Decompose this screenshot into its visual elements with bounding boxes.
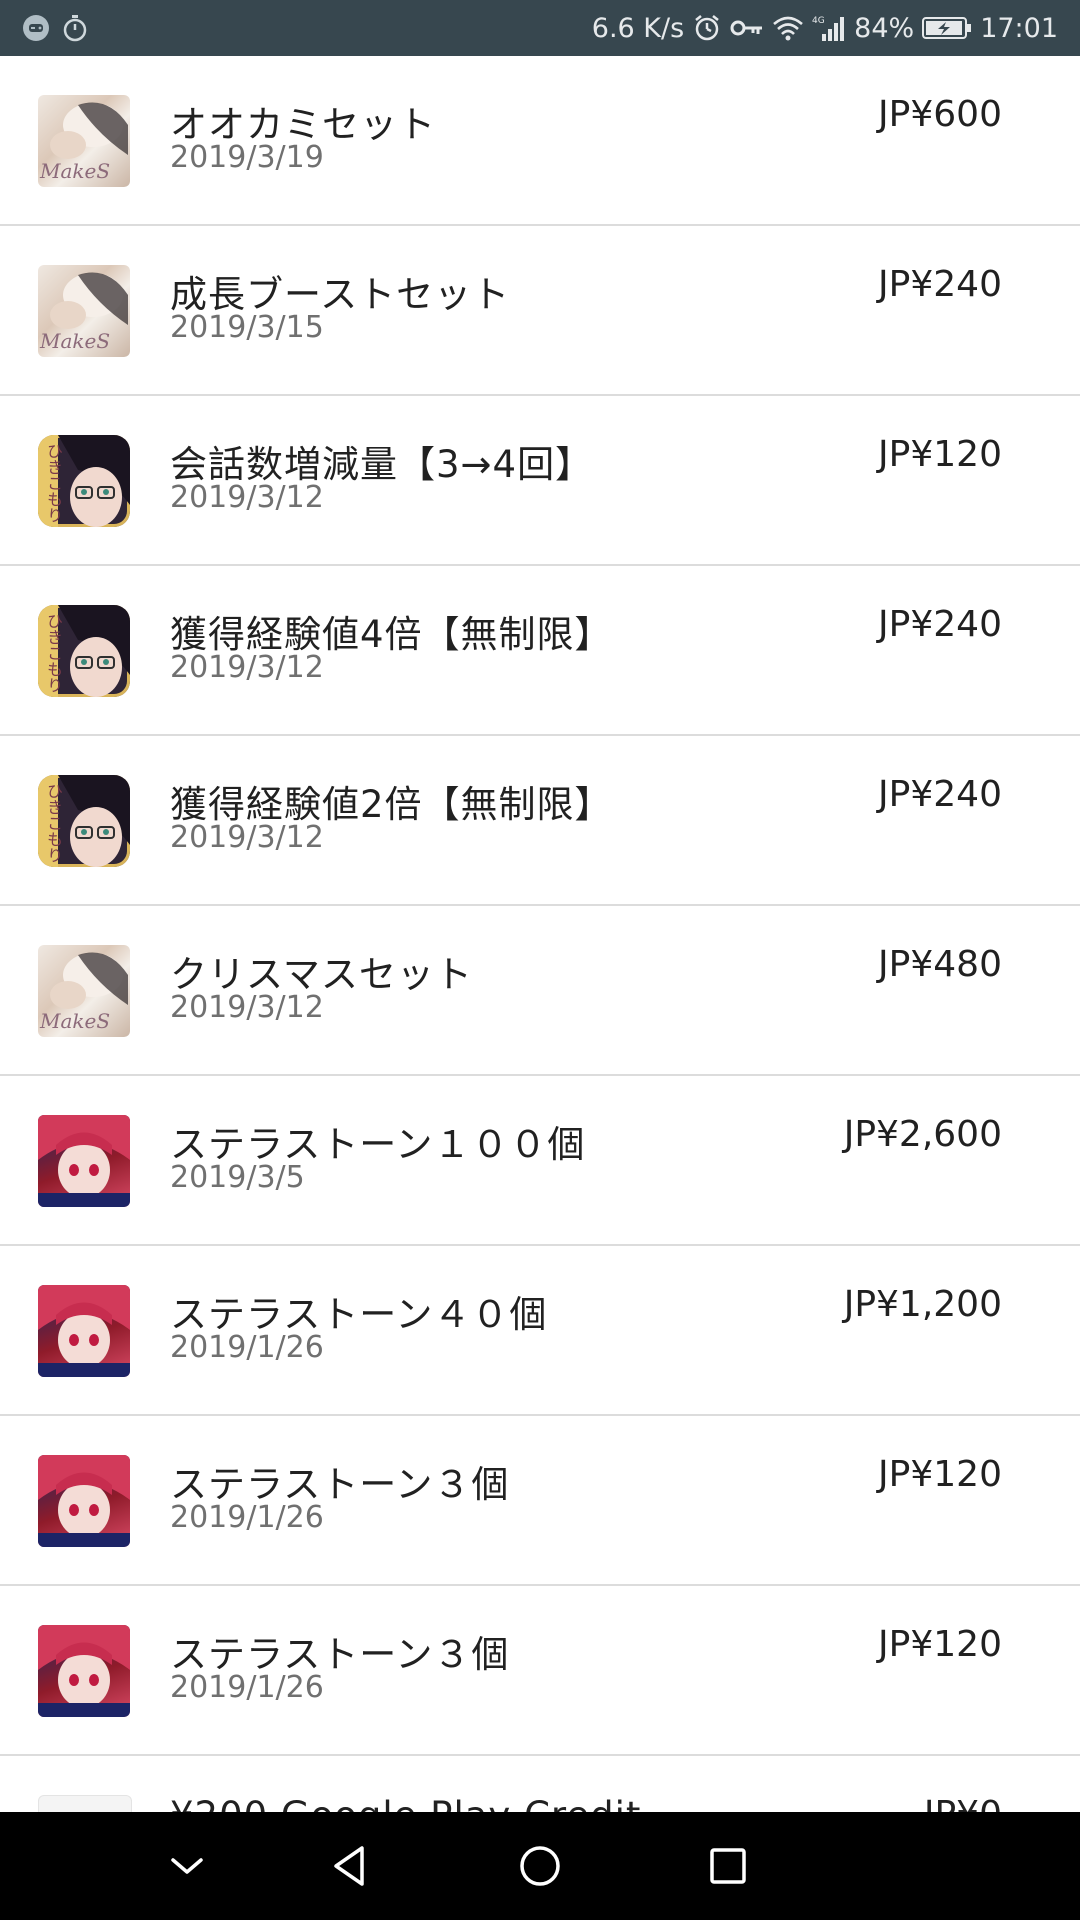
item-price: JP¥120 [878, 434, 1002, 475]
purchase-row[interactable]: MakeS オオカミセット 2019/3/19 JP¥600 [0, 56, 1080, 226]
stella-app-icon [38, 1625, 130, 1717]
item-price: JP¥240 [878, 264, 1002, 305]
item-price: JP¥120 [878, 1624, 1002, 1665]
vpn-key-icon [730, 17, 764, 39]
signal-icon: 4G [812, 14, 846, 42]
purchase-row[interactable]: ¥200 Google Play Credit JP¥0 [0, 1756, 1080, 1812]
wifi-icon [772, 15, 804, 41]
item-price: JP¥240 [878, 774, 1002, 815]
stella-app-icon [38, 1285, 130, 1377]
status-bar: 6.6 K/s 4G 84% 17:01 [0, 0, 1080, 56]
hikikomori-app-icon: ひきこもり [38, 775, 130, 867]
purchase-history-list: MakeS オオカミセット 2019/3/19 JP¥600 MakeS 成長ブ… [0, 56, 1080, 1812]
network-speed: 6.6 K/s [591, 12, 685, 44]
item-date: 2019/3/12 [170, 820, 324, 855]
makes-app-icon: MakeS [38, 265, 130, 357]
hikikomori-app-icon: ひきこもり [38, 605, 130, 697]
purchase-row[interactable]: ステラストーン３個 2019/1/26 JP¥120 [0, 1586, 1080, 1756]
item-date: 2019/1/26 [170, 1500, 324, 1535]
alarm-icon [692, 13, 722, 43]
purchase-row[interactable]: ステラストーン１００個 2019/3/5 JP¥2,600 [0, 1076, 1080, 1246]
item-price: JP¥600 [878, 94, 1002, 135]
purchase-row[interactable]: ステラストーン３個 2019/1/26 JP¥120 [0, 1416, 1080, 1586]
timer-icon [62, 14, 88, 42]
item-price: JP¥2,600 [843, 1114, 1002, 1155]
recents-icon[interactable] [698, 1836, 758, 1896]
item-date: 2019/3/5 [170, 1160, 305, 1195]
purchase-row[interactable]: ひきこもり 獲得経験値4倍【無制限】 2019/3/12 JP¥240 [0, 566, 1080, 736]
item-date: 2019/3/12 [170, 990, 324, 1025]
back-icon[interactable] [322, 1836, 382, 1896]
item-date: 2019/3/12 [170, 480, 324, 515]
svg-text:4G: 4G [812, 16, 825, 26]
google-play-icon [38, 1795, 132, 1812]
purchase-row[interactable]: MakeS クリスマスセット 2019/3/12 JP¥480 [0, 906, 1080, 1076]
item-price: JP¥240 [878, 604, 1002, 645]
hikikomori-app-icon: ひきこもり [38, 435, 130, 527]
battery-charging-icon [922, 16, 972, 40]
purchase-row[interactable]: ステラストーン４０個 2019/1/26 JP¥1,200 [0, 1246, 1080, 1416]
item-date: 2019/1/26 [170, 1670, 324, 1705]
clock: 17:01 [980, 12, 1058, 44]
purchase-row[interactable]: ひきこもり 会話数増減量【3→4回】 2019/3/12 JP¥120 [0, 396, 1080, 566]
item-price: JP¥0 [924, 1794, 1002, 1812]
item-title: ¥200 Google Play Credit [170, 1794, 641, 1812]
item-date: 2019/3/12 [170, 650, 324, 685]
battery-percent: 84% [854, 12, 915, 44]
navigation-bar [0, 1812, 1080, 1920]
gamepad-icon [22, 14, 50, 42]
makes-app-icon: MakeS [38, 945, 130, 1037]
purchase-row[interactable]: MakeS 成長ブーストセット 2019/3/15 JP¥240 [0, 226, 1080, 396]
stella-app-icon [38, 1115, 130, 1207]
makes-app-icon: MakeS [38, 95, 130, 187]
item-price: JP¥120 [878, 1454, 1002, 1495]
home-icon[interactable] [510, 1836, 570, 1896]
item-date: 2019/1/26 [170, 1330, 324, 1365]
collapse-icon[interactable] [157, 1836, 217, 1896]
purchase-row[interactable]: ひきこもり 獲得経験値2倍【無制限】 2019/3/12 JP¥240 [0, 736, 1080, 906]
stella-app-icon [38, 1455, 130, 1547]
item-price: JP¥1,200 [843, 1284, 1002, 1325]
item-date: 2019/3/19 [170, 140, 324, 175]
item-date: 2019/3/15 [170, 310, 324, 345]
item-price: JP¥480 [878, 944, 1002, 985]
